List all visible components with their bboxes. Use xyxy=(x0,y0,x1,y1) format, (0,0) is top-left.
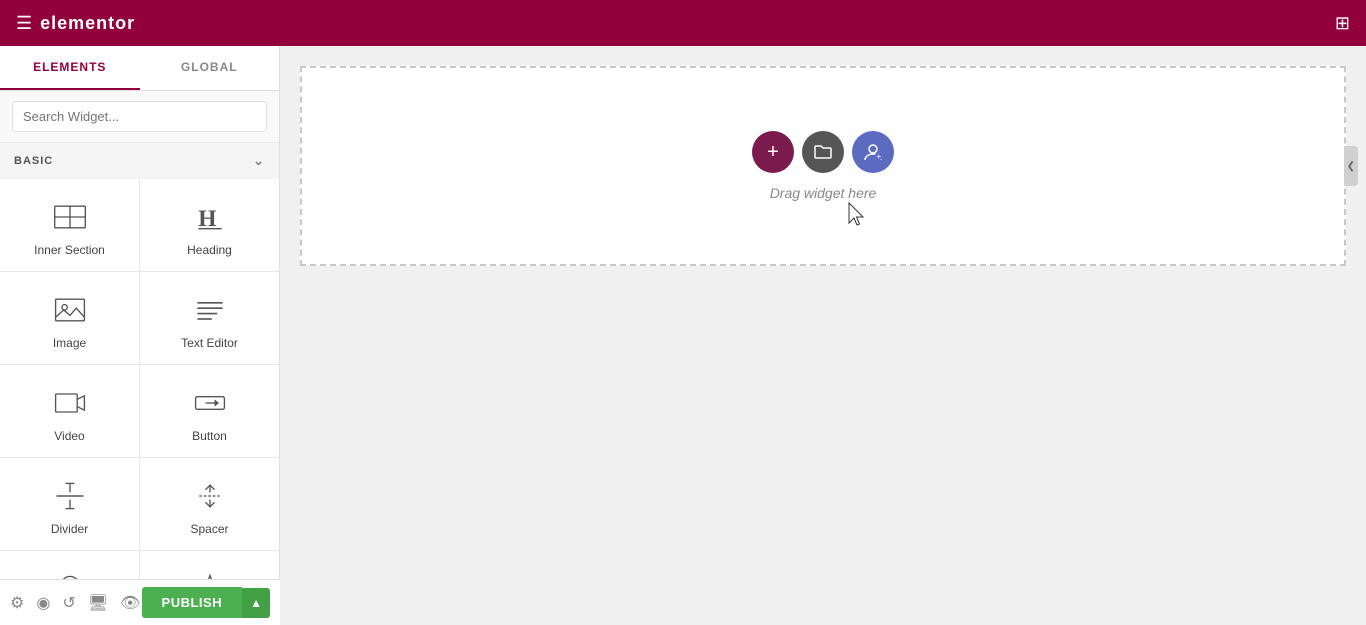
widget-image[interactable]: Image xyxy=(0,272,139,364)
publish-btn-group: PUBLISH ▲ xyxy=(142,587,270,618)
divider-icon xyxy=(52,478,88,514)
sidebar-tabs: ELEMENTS GLOBAL xyxy=(0,46,279,91)
folder-button[interactable] xyxy=(802,131,844,173)
widgets-grid: Inner Section H Heading xyxy=(0,179,279,625)
responsive-icon[interactable]: 🖥 xyxy=(88,593,108,613)
widget-button[interactable]: Button xyxy=(140,365,279,457)
history-icon[interactable]: ↺ xyxy=(62,593,75,613)
text-editor-icon xyxy=(192,292,228,328)
grid-icon[interactable]: ⊞ xyxy=(1335,13,1350,34)
widget-actions: + + xyxy=(752,131,894,173)
preview-icon[interactable]: 👁 xyxy=(120,593,140,613)
inner-section-icon xyxy=(52,199,88,235)
main-layout: ELEMENTS GLOBAL BASIC ⌄ Inner Section xyxy=(0,46,1366,625)
template-button[interactable]: + xyxy=(852,131,894,173)
widget-spacer-label: Spacer xyxy=(190,522,228,536)
button-icon xyxy=(192,385,228,421)
widget-video-label: Video xyxy=(54,429,84,443)
app-title: elementor xyxy=(40,13,135,34)
widget-video[interactable]: Video xyxy=(0,365,139,457)
video-icon xyxy=(52,385,88,421)
image-icon xyxy=(52,292,88,328)
svg-text:+: + xyxy=(877,152,882,161)
sidebar: ELEMENTS GLOBAL BASIC ⌄ Inner Section xyxy=(0,46,280,625)
chevron-down-icon: ⌄ xyxy=(253,153,265,169)
publish-dropdown-button[interactable]: ▲ xyxy=(242,588,270,618)
drag-text: Drag widget here xyxy=(770,185,877,201)
layers-icon[interactable]: ◉ xyxy=(36,593,50,613)
add-widget-button[interactable]: + xyxy=(752,131,794,173)
tab-elements[interactable]: ELEMENTS xyxy=(0,46,140,90)
top-bar: ☰ elementor ⊞ xyxy=(0,0,1366,46)
widget-spacer[interactable]: Spacer xyxy=(140,458,279,550)
widget-image-label: Image xyxy=(53,336,86,350)
widget-text-editor-label: Text Editor xyxy=(181,336,238,350)
widget-heading[interactable]: H Heading xyxy=(140,179,279,271)
widget-button-label: Button xyxy=(192,429,227,443)
widget-divider[interactable]: Divider xyxy=(0,458,139,550)
bottom-icons: ⚙ ◉ ↺ 🖥 👁 xyxy=(10,593,140,613)
search-bar xyxy=(0,91,279,143)
widget-divider-label: Divider xyxy=(51,522,88,536)
widget-heading-label: Heading xyxy=(187,243,232,257)
top-bar-left: ☰ elementor xyxy=(16,13,135,34)
widget-inner-section[interactable]: Inner Section xyxy=(0,179,139,271)
search-input[interactable] xyxy=(12,101,267,132)
canvas-area: + + Drag widget here xyxy=(280,46,1366,625)
drop-zone[interactable]: + + Drag widget here xyxy=(300,66,1346,266)
widget-text-editor[interactable]: Text Editor xyxy=(140,272,279,364)
collapse-arrow: ❮ xyxy=(1347,161,1355,172)
heading-icon: H xyxy=(192,199,228,235)
hamburger-icon[interactable]: ☰ xyxy=(16,13,32,34)
settings-icon[interactable]: ⚙ xyxy=(10,593,24,613)
spacer-icon xyxy=(192,478,228,514)
publish-button[interactable]: PUBLISH xyxy=(142,587,243,618)
widget-inner-section-label: Inner Section xyxy=(34,243,105,257)
bottom-bar: ⚙ ◉ ↺ 🖥 👁 PUBLISH ▲ xyxy=(0,579,280,625)
collapse-handle[interactable]: ❮ xyxy=(1344,146,1358,186)
tab-global[interactable]: GLOBAL xyxy=(140,46,280,90)
section-label: BASIC xyxy=(14,155,53,167)
section-header-basic[interactable]: BASIC ⌄ xyxy=(0,143,279,179)
